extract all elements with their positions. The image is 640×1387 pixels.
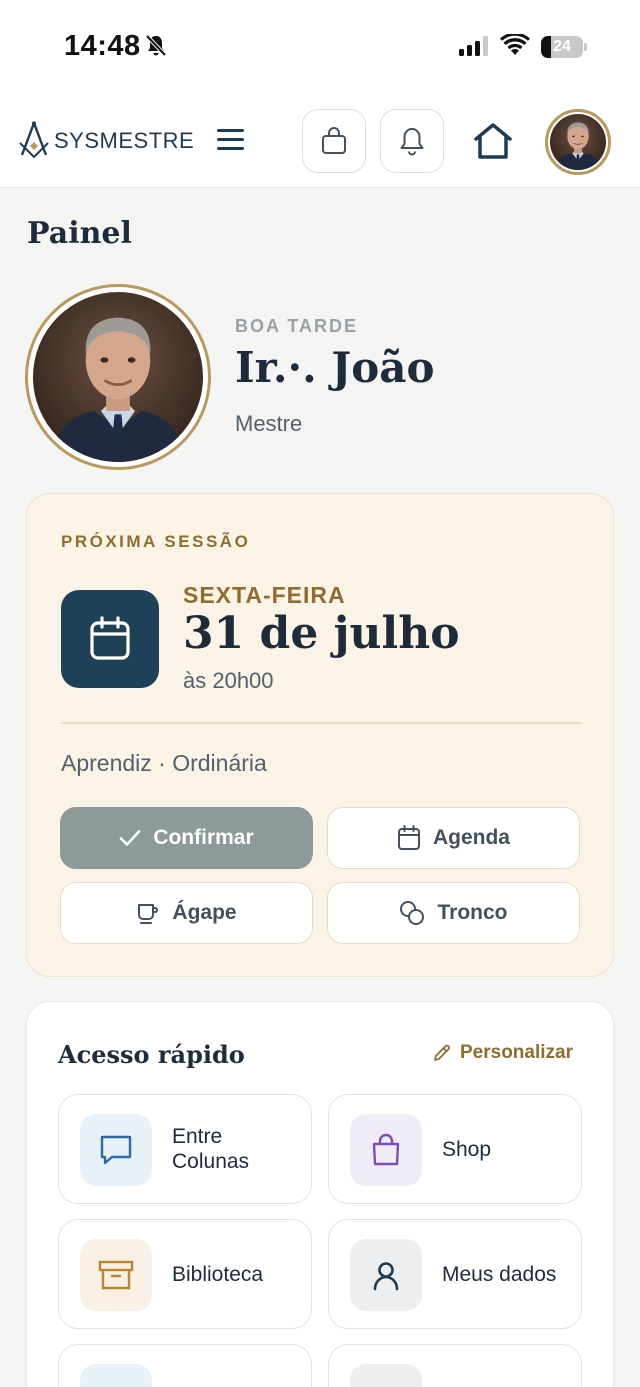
bell-icon — [400, 128, 424, 156]
session-weekday: SEXTA-FEIRA — [183, 582, 346, 608]
portrait-image — [550, 114, 606, 170]
chat-icon — [100, 1135, 132, 1165]
profile-avatar — [25, 284, 211, 470]
battery-icon: 24 — [541, 36, 587, 58]
divider — [61, 722, 581, 724]
menu-icon[interactable] — [216, 127, 246, 153]
profile-avatar-button[interactable] — [545, 109, 611, 175]
battery-percent: 24 — [553, 38, 571, 55]
archive-icon — [98, 1260, 134, 1290]
agape-button[interactable]: Ágape — [60, 882, 313, 944]
sysmestre-logo[interactable]: SYSMESTRE — [18, 121, 194, 161]
session-calendar-badge — [61, 590, 159, 688]
customize-button[interactable]: Personalizar — [432, 1042, 573, 1064]
app-header: SYSMESTRE — [0, 96, 640, 188]
app-screen: 14:48 24 SYSMESTRE Painel BOA TARDE Ir.·… — [0, 0, 640, 1387]
status-bar: 14:48 24 — [0, 0, 640, 96]
bag-icon — [322, 127, 346, 154]
bag-icon — [372, 1133, 400, 1166]
calendar-icon — [397, 825, 420, 850]
greeting: BOA TARDE — [235, 316, 358, 336]
quick-access-title: Acesso rápido — [58, 1040, 245, 1069]
user-icon — [373, 1262, 399, 1291]
pencil-icon — [434, 1044, 450, 1061]
avatar — [550, 114, 606, 170]
quick-access-card: Acesso rápido Personalizar Entre Colunas — [26, 1001, 614, 1387]
tile-entre-colunas[interactable]: Entre Colunas — [58, 1094, 312, 1204]
calendar-icon — [90, 616, 130, 660]
portrait-image — [33, 292, 203, 462]
status-time: 14:48 — [64, 30, 141, 62]
session-time: às 20h00 — [183, 668, 274, 693]
session-date: 31 de julho — [183, 608, 460, 659]
page-title: Painel — [27, 216, 132, 251]
coins-icon — [400, 901, 425, 925]
logo-icon — [19, 121, 49, 159]
tronco-button[interactable]: Tronco — [327, 882, 580, 944]
wifi-icon — [500, 32, 530, 61]
tile-partial[interactable] — [328, 1344, 582, 1387]
agenda-button[interactable]: Agenda — [327, 807, 580, 869]
tile-shop[interactable]: Shop — [328, 1094, 582, 1204]
tile-meus-dados[interactable]: Meus dados — [328, 1219, 582, 1329]
logo-text: SYSMESTRE — [54, 128, 195, 153]
tile-label: Entre Colunas — [172, 1125, 250, 1173]
tile-biblioteca[interactable]: Biblioteca — [58, 1219, 312, 1329]
notifications-button[interactable] — [380, 109, 444, 173]
silent-bell-icon — [145, 34, 167, 63]
tile-label: Biblioteca — [172, 1262, 264, 1286]
home-icon — [474, 123, 512, 159]
cup-icon — [138, 904, 159, 924]
cellular-signal-icon — [459, 36, 491, 61]
home-button[interactable] — [470, 118, 516, 164]
user-degree: Mestre — [235, 411, 303, 436]
confirm-button[interactable]: Confirmar — [60, 807, 313, 869]
tile-label: Shop — [442, 1137, 492, 1161]
shop-button[interactable] — [302, 109, 366, 173]
tile-label: Meus dados — [442, 1262, 557, 1286]
session-type: Aprendiz · Ordinária — [61, 750, 267, 776]
next-session-card: PRÓXIMA SESSÃO SEXTA-FEIRA 31 de julho à… — [26, 493, 614, 977]
check-icon — [120, 830, 141, 846]
tile-partial[interactable] — [58, 1344, 312, 1387]
user-name: Ir.·. João — [235, 343, 435, 392]
next-session-label: PRÓXIMA SESSÃO — [61, 532, 251, 551]
